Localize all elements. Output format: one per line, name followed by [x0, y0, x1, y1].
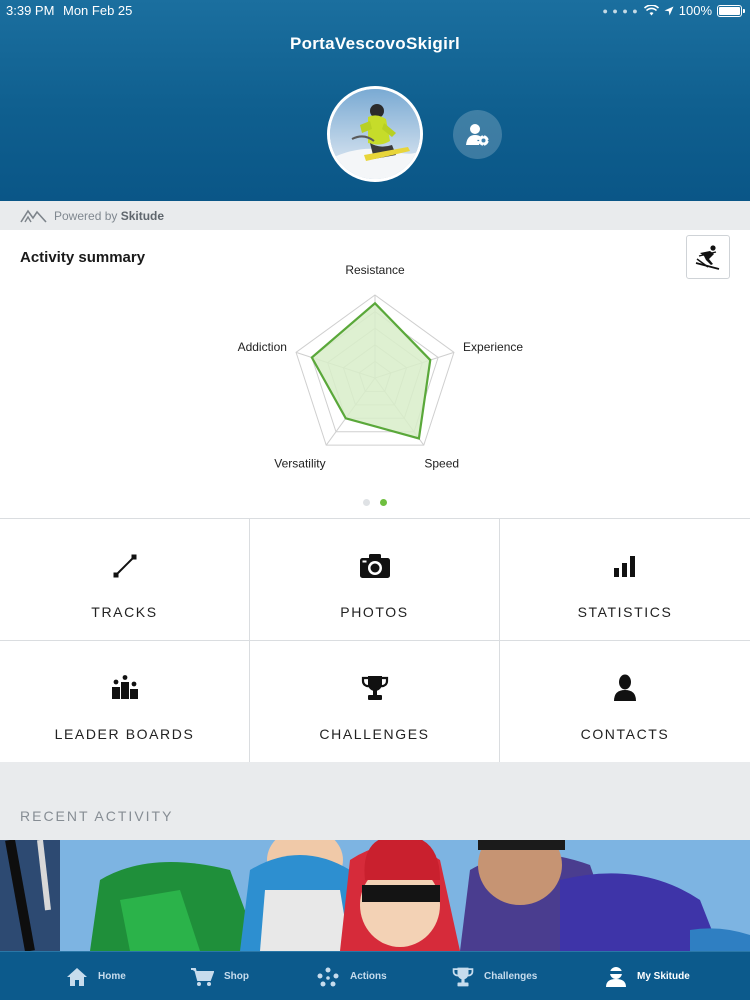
signal-dots-icon: ● ● ● ●	[602, 5, 639, 16]
menu-contacts-label: CONTACTS	[580, 726, 670, 742]
activity-summary-card[interactable]: Activity summary Resistance Experience Spe…	[0, 230, 750, 518]
status-date: Mon Feb 25	[63, 3, 133, 18]
bottom-tab-bar: Home Shop Actions Challenges My Skitude	[0, 951, 750, 1000]
powered-by-brand: Skitude	[120, 209, 165, 223]
username: PortaVescovoSkigirl	[289, 34, 461, 53]
user-settings-icon	[465, 123, 490, 147]
avatar[interactable]	[327, 86, 423, 182]
radar-axis-label: Resistance	[345, 263, 405, 277]
profile-header: 3:39 PM Mon Feb 25 ● ● ● ● 100% PortaVes…	[0, 0, 750, 201]
menu-photos[interactable]: PHOTOS	[250, 519, 500, 641]
radar-axis-label: Addiction	[238, 340, 287, 354]
recent-activity-header: RECENT ACTIVITY	[0, 762, 750, 840]
tab-home[interactable]: Home	[66, 952, 126, 1000]
location-icon	[664, 6, 674, 15]
menu-leader-boards[interactable]: LEADER BOARDS	[0, 641, 250, 763]
recent-activity-title: RECENT ACTIVITY	[20, 808, 174, 824]
status-indicators: ● ● ● ● 100%	[602, 3, 745, 18]
activity-radar-chart: Resistance Experience Speed Versatility Addi…	[238, 263, 524, 471]
menu-leader-boards-label: LEADER BOARDS	[54, 726, 195, 742]
tab-challenges[interactable]: Challenges	[452, 952, 537, 1000]
powered-by-bar: Powered by Skitude	[0, 201, 750, 230]
radar-axis-label: Speed	[424, 457, 459, 471]
menu-challenges[interactable]: CHALLENGES	[250, 641, 500, 763]
tab-challenges-label: Challenges	[484, 971, 538, 982]
profile-settings-button[interactable]	[453, 110, 502, 159]
tab-actions-label: Actions	[350, 971, 387, 982]
powered-by-prefix: Powered by	[54, 209, 118, 223]
recent-activity-photo[interactable]	[0, 840, 750, 951]
skier-profile-icon	[606, 966, 626, 987]
status-time: 3:39 PM	[6, 3, 55, 18]
avatar-photo	[330, 89, 420, 179]
route-icon	[113, 554, 136, 578]
feature-menu-grid: TRACKS PHOTOS STATISTICS LEADER BOARDS C…	[0, 518, 750, 763]
battery-icon	[717, 4, 745, 17]
podium-icon	[111, 675, 138, 699]
camera-icon	[359, 554, 390, 578]
tab-my-skitude-label: My Skitude	[637, 971, 690, 982]
page-indicator[interactable]	[0, 499, 750, 506]
menu-tracks-label: TRACKS	[91, 604, 158, 620]
trophy-icon	[452, 967, 474, 986]
radar-axis-label: Versatility	[274, 457, 325, 471]
menu-statistics[interactable]: STATISTICS	[500, 519, 750, 641]
wifi-icon	[643, 5, 659, 16]
battery-percent: 100%	[678, 3, 712, 18]
skitude-logo-icon	[20, 209, 47, 223]
menu-photos-label: PHOTOS	[340, 604, 409, 620]
page-dot[interactable]	[380, 499, 387, 506]
tab-my-skitude[interactable]: My Skitude	[605, 952, 690, 1000]
page-dot[interactable]	[363, 499, 370, 506]
home-icon	[67, 967, 87, 986]
powered-by-text: Powered by Skitude	[54, 209, 164, 223]
person-icon	[614, 674, 636, 701]
trophy-icon	[361, 676, 388, 700]
bar-chart-icon	[614, 556, 635, 577]
menu-tracks[interactable]: TRACKS	[0, 519, 250, 641]
cart-icon	[191, 967, 214, 986]
menu-contacts[interactable]: CONTACTS	[500, 641, 750, 763]
status-bar: 3:39 PM Mon Feb 25 ● ● ● ● 100%	[0, 0, 750, 20]
tab-actions[interactable]: Actions	[316, 952, 387, 1000]
menu-statistics-label: STATISTICS	[577, 604, 673, 620]
recent-activity-image	[0, 840, 750, 951]
radar-axis-label: Experience	[463, 340, 523, 354]
tab-shop-label: Shop	[224, 971, 249, 982]
menu-challenges-label: CHALLENGES	[319, 726, 430, 742]
actions-icon	[317, 967, 339, 986]
radar-series-area	[310, 301, 432, 440]
tab-home-label: Home	[98, 971, 126, 982]
tab-shop[interactable]: Shop	[190, 952, 249, 1000]
